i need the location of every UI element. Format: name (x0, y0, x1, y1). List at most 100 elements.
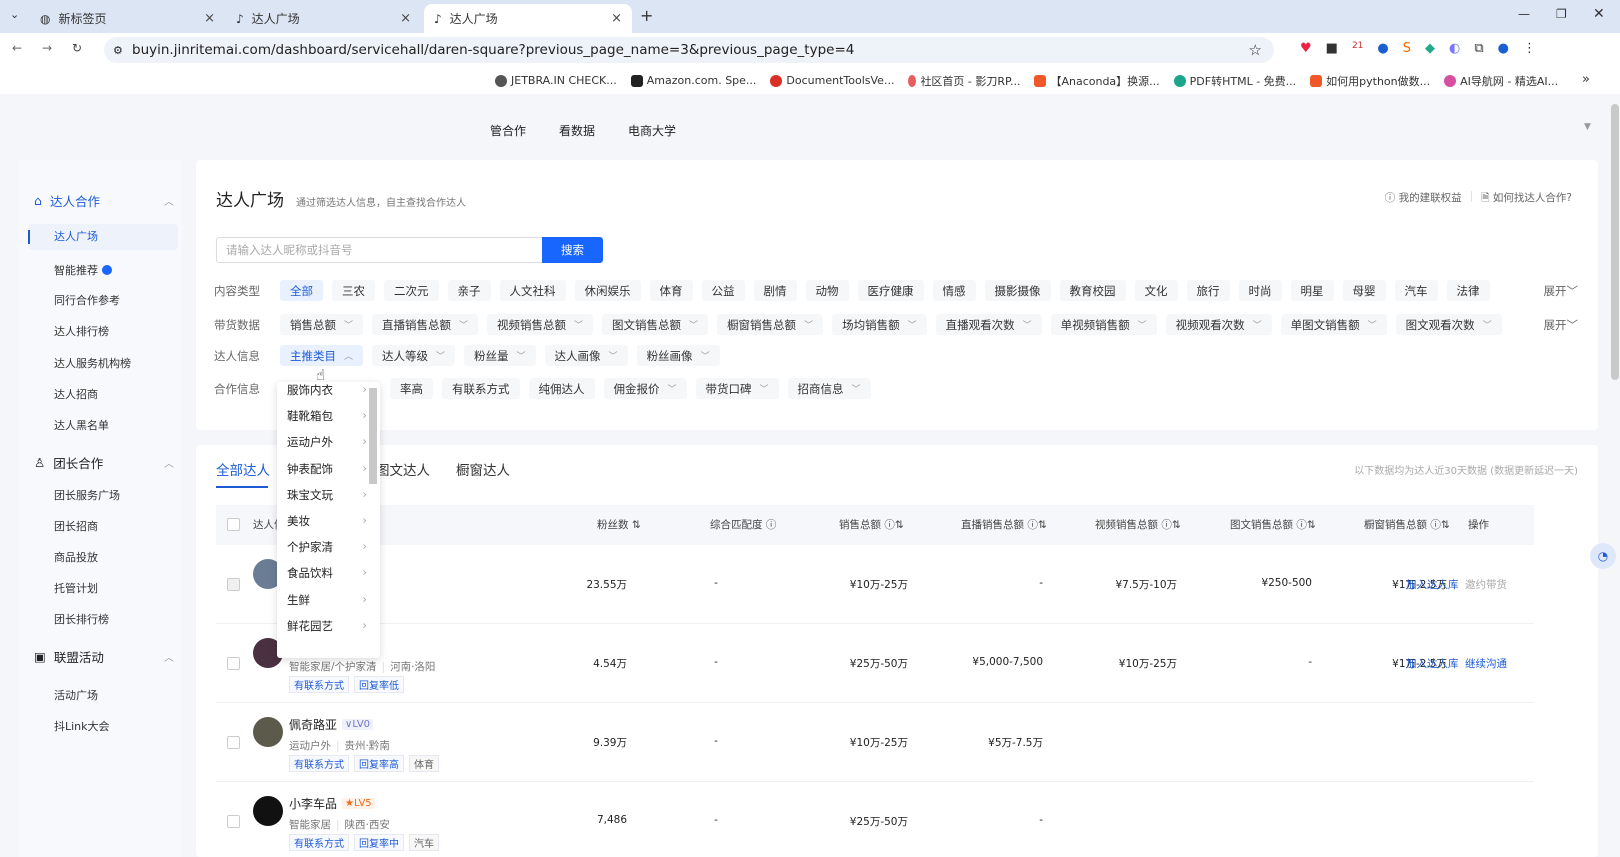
category-option[interactable]: 个护家清 › (287, 539, 367, 555)
extension-badge-icon[interactable]: 21 (1352, 41, 1363, 56)
sidebar-item[interactable]: 活动广场 (54, 687, 98, 703)
filter-chip[interactable]: 招商信息 ﹀ (787, 378, 871, 399)
category-option[interactable]: 鲜花园艺 › (287, 618, 367, 634)
sidebar-item[interactable]: 商品投放 (54, 549, 98, 565)
filter-chip[interactable]: 旅行 (1186, 280, 1230, 301)
filter-chip[interactable]: 场均销售额 ﹀ (832, 314, 927, 335)
category-option[interactable]: 鞋靴箱包 › (287, 408, 367, 424)
reload-button[interactable]: ↻ (72, 41, 82, 55)
sidebar-item[interactable]: 同行合作参考 (54, 292, 120, 308)
add-to-library-button[interactable]: 加入达人库 (1406, 656, 1459, 671)
extension-icon[interactable]: ● (1377, 41, 1388, 56)
bookmark-item[interactable]: 社区首页 - 影刀RP... (908, 73, 1020, 89)
bookmark-item[interactable]: DocumentToolsVe... (770, 74, 894, 87)
extension-icon[interactable]: ■ (1326, 41, 1338, 56)
bookmark-star-icon[interactable]: ☆ (1249, 41, 1262, 59)
sidebar-item[interactable]: 团长服务广场 (54, 487, 120, 503)
filter-chip[interactable]: 公益 (701, 280, 745, 301)
floating-help-button[interactable]: ◔ (1590, 543, 1616, 569)
column-header-graphic[interactable]: 图文销售总额 ⓘ⇅ (1230, 505, 1316, 545)
sidebar-item[interactable]: 智能推荐 (54, 262, 112, 278)
forward-button[interactable]: → (42, 41, 52, 55)
row-checkbox[interactable] (227, 657, 240, 670)
avatar[interactable] (253, 796, 283, 826)
back-button[interactable]: ← (12, 41, 22, 55)
filter-chip[interactable]: 视频销售总额 ﹀ (487, 314, 594, 335)
filter-chip[interactable]: 医疗健康 (857, 280, 924, 301)
filter-chip[interactable]: 体育 (649, 280, 693, 301)
sidebar-item[interactable]: 团长招商 (54, 518, 98, 534)
dropdown-caret-icon[interactable]: ▼ (1584, 122, 1591, 132)
filter-chip[interactable]: 粉丝量 ﹀ (464, 345, 536, 366)
expand-button[interactable]: 展开﹀ (1544, 283, 1579, 299)
column-header-video[interactable]: 视频销售总额 ⓘ⇅ (1095, 505, 1181, 545)
search-input[interactable]: 请输入达人昵称或抖音号 (216, 237, 542, 263)
filter-chip[interactable]: 全部 (280, 280, 323, 301)
filter-chip[interactable]: 图文观看次数 ﹀ (1395, 314, 1502, 335)
extension-icon[interactable]: ◐ (1449, 41, 1460, 56)
filter-chip[interactable]: 单图文销售额 ﹀ (1280, 314, 1387, 335)
filter-chip[interactable]: 达人画像 ﹀ (544, 345, 628, 366)
bookmark-item[interactable]: 如何用python做数... (1310, 73, 1430, 89)
filter-chip[interactable]: 视频观看次数 ﹀ (1165, 314, 1272, 335)
profile-avatar[interactable]: ● (1498, 41, 1509, 56)
filter-chip[interactable]: 明星 (1290, 280, 1334, 301)
minimize-button[interactable]: — (1518, 7, 1530, 21)
my-benefits-link[interactable]: ⓘ 我的建联权益 (1385, 190, 1462, 208)
bookmark-item[interactable]: AI导航网 - 精选AI... (1444, 73, 1558, 89)
filter-chip[interactable]: 教育校园 (1059, 280, 1126, 301)
page-scrollbar[interactable] (1611, 104, 1619, 380)
browser-tab[interactable]: ♪ 达人广场 × (226, 4, 421, 33)
filter-chip[interactable]: 橱窗销售总额 ﹀ (717, 314, 824, 335)
filter-chip[interactable]: 动物 (805, 280, 849, 301)
filter-chip[interactable]: 亲子 (447, 280, 491, 301)
action-button[interactable]: 邀约带货 (1465, 577, 1507, 592)
nav-item[interactable]: 看数据 (559, 122, 595, 139)
add-to-library-button[interactable]: 加入达人库 (1406, 577, 1459, 592)
browser-tab-active[interactable]: ♪ 达人广场 × (424, 4, 632, 33)
filter-chip[interactable]: 休闲娱乐 (574, 280, 641, 301)
filter-chip[interactable]: 法律 (1446, 280, 1490, 301)
filter-chip[interactable]: 单视频销售额 ﹀ (1050, 314, 1157, 335)
filter-chip[interactable]: 人文社科 (499, 280, 566, 301)
filter-chip[interactable]: 三农 (332, 280, 375, 301)
close-icon[interactable]: × (400, 11, 411, 26)
row-checkbox[interactable] (227, 578, 240, 591)
sidebar-item[interactable]: 团长排行榜 (54, 611, 109, 627)
bookmark-item[interactable]: JETBRA.IN CHECK... (495, 74, 617, 87)
bookmark-item[interactable]: PDF转HTML - 免费... (1173, 73, 1296, 89)
filter-chip[interactable]: 文化 (1134, 280, 1178, 301)
category-option[interactable]: 美妆 › (287, 513, 367, 529)
tab-list-button[interactable]: ⌄ (10, 8, 19, 21)
column-header-window[interactable]: 橱窗销售总额 ⓘ⇅ (1364, 505, 1450, 545)
filter-chip[interactable]: 直播观看次数 ﹀ (935, 314, 1042, 335)
category-option[interactable]: 珠宝文玩 › (287, 487, 367, 503)
list-tab[interactable]: 橱窗达人 (456, 459, 510, 479)
filter-chip[interactable]: 汽车 (1394, 280, 1438, 301)
sidebar-group-daren[interactable]: ⌂ 达人合作 ︿ (34, 191, 174, 210)
url-input[interactable]: ⚙ buyin.jinritemai.com/dashboard/serviceh… (104, 37, 1274, 63)
list-tab[interactable]: 全部达人 (216, 459, 270, 479)
maximize-button[interactable]: ❐ (1556, 7, 1567, 21)
sidebar-item[interactable]: 抖Link大会 (54, 718, 110, 734)
filter-chip[interactable]: 情感 (932, 280, 976, 301)
filter-chip[interactable]: 佣金报价 ﹀ (603, 378, 687, 399)
bookmark-item[interactable]: Amazon.com. Spe... (630, 74, 756, 87)
new-tab-button[interactable]: + (640, 6, 653, 25)
sidebar-item[interactable]: 托管计划 (54, 580, 98, 596)
category-option[interactable]: 运动户外 › (287, 434, 367, 450)
dropdown-scrollbar[interactable] (369, 388, 377, 484)
column-header-fans[interactable]: 粉丝数 ⇅ (597, 505, 641, 545)
filter-chip[interactable]: 二次元 (384, 280, 439, 301)
category-option[interactable]: 服饰内衣 › (287, 382, 367, 398)
close-icon[interactable]: × (611, 11, 622, 26)
filter-chip[interactable]: 直播销售总额 ﹀ (372, 314, 479, 335)
expand-button[interactable]: 展开﹀ (1544, 317, 1579, 333)
filter-chip[interactable]: 主推类目 ︿ (280, 345, 364, 366)
more-bookmarks-icon[interactable]: » (1582, 72, 1590, 87)
category-option[interactable]: 食品饮料 › (287, 565, 367, 581)
extension-icon[interactable]: ♥ (1300, 41, 1312, 56)
daren-name[interactable]: 佩奇路亚 ∨LV0 (289, 716, 374, 733)
column-header-live[interactable]: 直播销售总额 ⓘ⇅ (961, 505, 1047, 545)
nav-item[interactable]: 电商大学 (628, 122, 676, 139)
